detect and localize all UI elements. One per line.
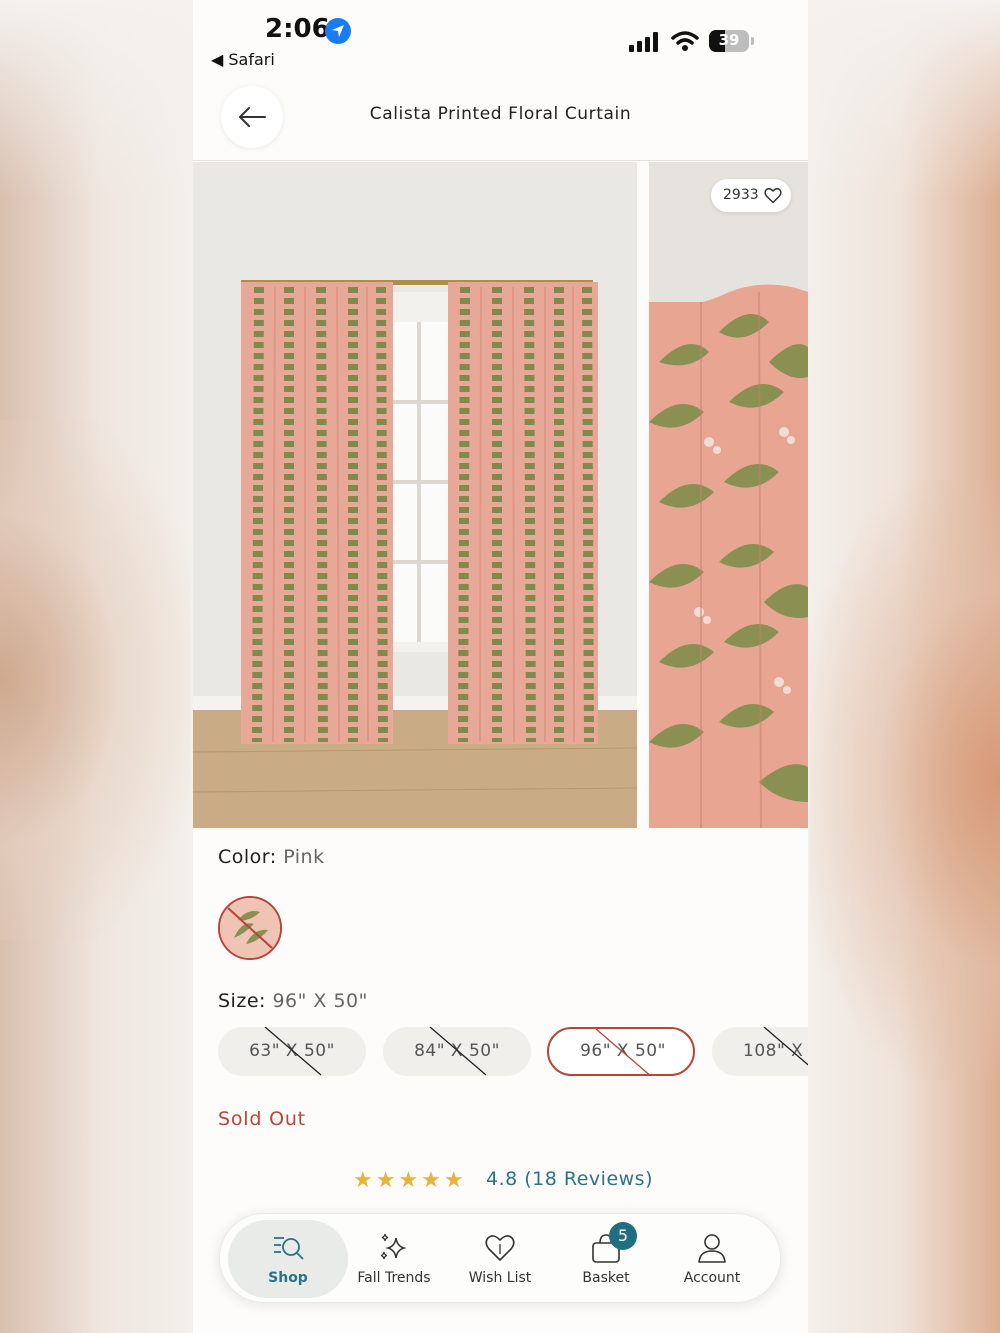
background-blur-left [0,420,190,940]
heart-icon [485,1235,515,1261]
tab-label: Basket [582,1270,630,1286]
tab-fall-trends[interactable]: Fall Trends [341,1214,447,1304]
tab-account[interactable]: Account [659,1214,765,1304]
favorite-button[interactable]: 2933 [711,179,791,212]
reviews-link[interactable]: 4.8 (18 Reviews) [486,1168,653,1190]
battery-icon: 39 [709,30,754,52]
unavailable-slash [595,1029,650,1074]
size-label: Size: 96" X 50" [218,990,368,1012]
size-label-text: Size: [218,990,266,1012]
product-image-detail[interactable] [649,162,808,828]
tab-shop[interactable]: Shop [228,1220,348,1298]
unavailable-slash [763,1027,808,1066]
color-swatch-pink[interactable] [218,896,282,960]
color-label: Color: Pink [218,846,325,868]
unavailable-slash [429,1027,487,1076]
tab-wish-list[interactable]: Wish List [447,1214,553,1304]
bottom-tab-bar: Shop Fall Trends Wish List 5 Basket Acco… [219,1213,781,1303]
user-icon [698,1234,726,1263]
battery-level: 39 [718,31,740,49]
phone-screen: 2:06 ◀ Safari 39 Calista Printed Floral … [193,0,808,1333]
location-arrow-icon [325,18,351,44]
sparkles-icon [380,1233,407,1260]
tab-label: Shop [268,1270,308,1286]
basket-count-badge: 5 [609,1222,637,1250]
header-divider [193,160,808,161]
back-to-safari-link[interactable]: ◀ Safari [211,50,275,69]
status-time: 2:06 [265,14,330,44]
search-list-icon [274,1237,304,1260]
background-blur-right [810,480,1000,1080]
page-title: Calista Printed Floral Curtain [369,104,632,124]
size-value: 96" X 50" [272,990,368,1012]
sold-out-status: Sold Out [218,1108,306,1130]
product-image-main[interactable] [193,162,637,828]
unavailable-slash [264,1027,322,1076]
tab-label: Fall Trends [357,1270,431,1286]
tab-label: Account [683,1270,741,1286]
size-option-63x50[interactable]: 63" X 50" [218,1027,366,1076]
color-label-text: Color: [218,846,277,868]
status-bar: 2:06 ◀ Safari 39 [193,0,808,80]
tab-label: Wish List [468,1270,532,1286]
tab-basket[interactable]: 5 Basket [553,1214,659,1304]
heart-outline-icon [764,187,782,204]
cell-signal-icon [629,32,658,52]
size-option-96x50[interactable]: 96" X 50" [547,1027,695,1076]
favorite-count: 2933 [723,187,759,203]
size-option-108x50[interactable]: 108" X [712,1027,808,1076]
color-value: Pink [283,846,325,868]
wifi-icon [671,31,699,51]
size-option-84x50[interactable]: 84" X 50" [383,1027,531,1076]
rating-stars[interactable]: ★★★★★ [353,1168,467,1193]
